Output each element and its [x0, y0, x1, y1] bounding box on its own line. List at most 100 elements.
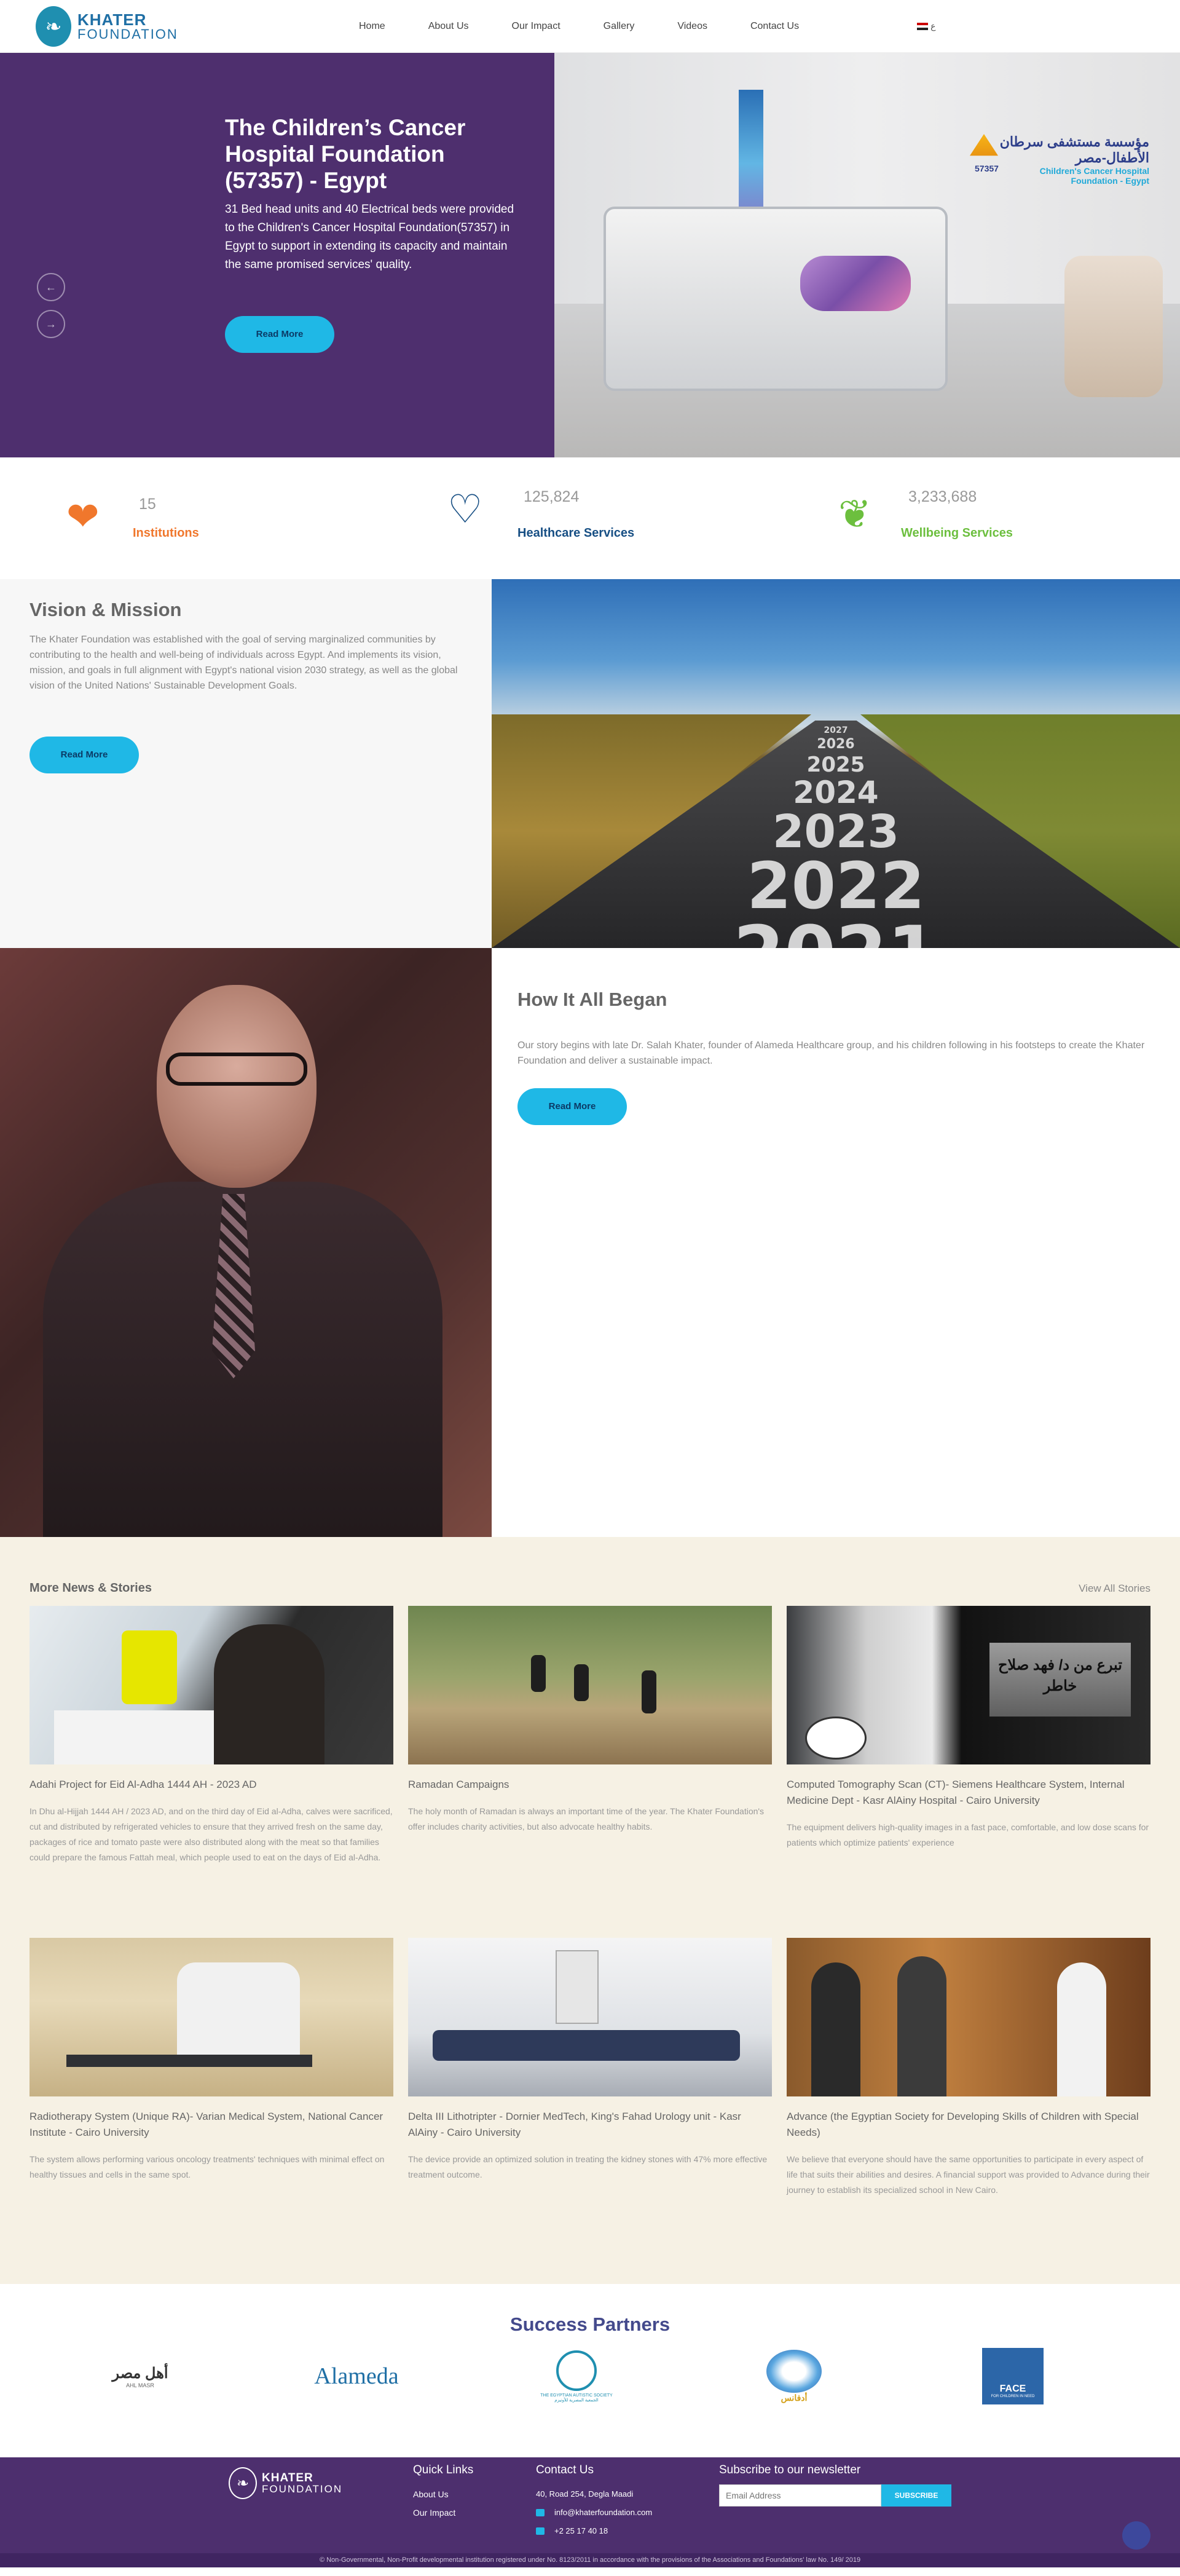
news-card-text: In Dhu al-Hijjah 1444 AH / 2023 AD, and …: [30, 1806, 393, 1862]
news-card[interactable]: Delta III Lithotripter - Dornier MedTech…: [408, 1938, 772, 2183]
news-card-title: Adahi Project for Eid Al-Adha 1444 AH - …: [30, 1779, 257, 1790]
face-logo[interactable]: FACE FOR CHILDREN IN NEED: [981, 2345, 1045, 2407]
news-card[interactable]: Advance (the Egyptian Society for Develo…: [787, 1938, 1150, 2198]
began-text: Our story begins with late Dr. Salah Kha…: [517, 1040, 1145, 1066]
footer-phone[interactable]: +2 25 17 40 18: [536, 2526, 608, 2535]
logo-line2: FOUNDATION: [77, 26, 178, 42]
arrow-right-icon[interactable]: →: [37, 310, 65, 338]
hands-heart-icon: ❤: [66, 494, 100, 539]
news-title: More News & Stories: [30, 1581, 152, 1595]
partner-text: Alameda: [314, 2363, 399, 2389]
chat-bubble-icon[interactable]: [1122, 2521, 1150, 2550]
language-switcher[interactable]: ع: [917, 21, 935, 31]
egyptian-autistic-society-logo[interactable]: THE EGYPTIAN AUTISTIC SOCIETY الجمعية ال…: [533, 2345, 620, 2407]
advance-logo[interactable]: أدفانس: [751, 2345, 837, 2407]
footer-logo[interactable]: ❧ KHATER FOUNDATION: [229, 2467, 342, 2499]
leaf-logo-icon: ❧: [229, 2467, 257, 2499]
news-card-title: Ramadan Campaigns: [408, 1779, 509, 1790]
news-card-title: Advance (the Egyptian Society for Develo…: [787, 2111, 1139, 2138]
leaf-logo-icon: ❧: [36, 6, 71, 47]
hero-panel: ← → The Children’s Cancer Hospital Found…: [0, 53, 554, 457]
vision-read-more-button[interactable]: Read More: [30, 737, 139, 773]
news-card[interactable]: Radiotherapy System (Unique RA)- Varian …: [30, 1938, 393, 2183]
site-logo[interactable]: ❧ KHATER FOUNDATION: [36, 6, 281, 47]
news-section: More News & Stories View All Stories Ada…: [0, 1537, 1180, 2284]
stat-label: Wellbeing Services: [901, 526, 1013, 540]
quick-links-title: Quick Links: [413, 2463, 474, 2476]
care-hands-icon: ♡: [447, 487, 483, 531]
partner-text: THE EGYPTIAN AUTISTIC SOCIETY: [540, 2393, 613, 2398]
nav-about-us[interactable]: About Us: [428, 21, 469, 32]
hospital-logo-english-2: Foundation - Egypt: [1071, 176, 1149, 186]
hero-read-more-button[interactable]: Read More: [225, 316, 334, 353]
news-image-radiotherapy: [30, 1938, 393, 2096]
egypt-flag-icon: [917, 22, 929, 30]
began-read-more-button[interactable]: Read More: [517, 1088, 627, 1125]
news-card-text: The device provide an optimized solution…: [408, 2154, 768, 2179]
news-card-title: Delta III Lithotripter - Dornier MedTech…: [408, 2111, 741, 2138]
footer-logo-line2: FOUNDATION: [262, 2483, 343, 2495]
newsletter-title: Subscribe to our newsletter: [719, 2463, 861, 2476]
email-text: info@khaterfoundation.com: [554, 2508, 653, 2517]
footer-email[interactable]: info@khaterfoundation.com: [536, 2508, 652, 2517]
nav-gallery[interactable]: Gallery: [604, 21, 635, 32]
hero-image: 57357 مؤسسة مستشفى سرطان الأطفال-مصر Chi…: [554, 53, 1180, 457]
nav-our-impact[interactable]: Our Impact: [512, 21, 560, 32]
contact-title: Contact Us: [536, 2463, 594, 2476]
footer-logo-line1: KHATER: [262, 2471, 313, 2484]
vision-text: The Khater Foundation was established wi…: [30, 634, 458, 691]
impact-stats: ❤ 15 Institutions ♡ 125,824 Healthcare S…: [0, 457, 1180, 579]
hero-text: 31 Bed head units and 40 Electrical beds…: [225, 203, 514, 271]
news-card-title: Computed Tomography Scan (CT)- Siemens H…: [787, 1779, 1125, 1806]
success-partners-section: Success Partners أهل مصر AHL MASR Alamed…: [0, 2284, 1180, 2457]
nav-contact-us[interactable]: Contact Us: [750, 21, 799, 32]
stat-wellbeing: ❦ 3,233,688 Wellbeing Services: [787, 457, 1180, 579]
partner-sub: FOR CHILDREN IN NEED: [991, 2395, 1035, 2398]
news-card[interactable]: Ramadan Campaigns The holy month of Rama…: [408, 1606, 772, 1835]
phone-icon: [536, 2527, 545, 2535]
founder-portrait-image: [0, 948, 492, 1537]
subscribe-button[interactable]: SUBSCRIBE: [881, 2484, 951, 2507]
road-image: 2027 2026 2025 2024 2023 2022 2021: [492, 579, 1180, 948]
hospital-logo: 57357 مؤسسة مستشفى سرطان الأطفال-مصر Chi…: [965, 134, 1149, 186]
address-text: 40, Road 254, Degla Maadi: [536, 2489, 634, 2499]
how-it-began-section: How It All Began Our story begins with l…: [0, 948, 1180, 1537]
news-card[interactable]: Adahi Project for Eid Al-Adha 1444 AH - …: [30, 1606, 393, 1865]
news-image-lithotripter: [408, 1938, 772, 2096]
partner-text: أدفانس: [781, 2392, 808, 2403]
began-title: How It All Began: [517, 989, 667, 1010]
vision-title: Vision & Mission: [30, 599, 182, 620]
news-card-text: The equipment delivers high-quality imag…: [787, 1822, 1149, 1847]
partner-sub: AHL MASR: [126, 2382, 154, 2388]
vision-mission-section: Vision & Mission The Khater Foundation w…: [0, 579, 1180, 948]
hero-title: The Children’s Cancer Hospital Foundatio…: [225, 115, 466, 193]
hospital-logo-number: 57357: [975, 164, 999, 173]
newsletter-email-input[interactable]: [719, 2484, 881, 2507]
news-image-advance: [787, 1938, 1150, 2096]
head-profile-icon: [556, 2350, 597, 2391]
footer-link-about-us[interactable]: About Us: [413, 2489, 449, 2499]
news-card-title: Radiotherapy System (Unique RA)- Varian …: [30, 2111, 384, 2138]
arrow-left-icon[interactable]: ←: [37, 273, 65, 301]
view-all-stories-link[interactable]: View All Stories: [1079, 1582, 1150, 1595]
news-card[interactable]: تبرع من د/ فهد صلاح خاطر Computed Tomogr…: [787, 1606, 1150, 1851]
nav-videos[interactable]: Videos: [677, 21, 707, 32]
stat-label: Institutions: [133, 526, 199, 540]
news-image-ct-scan: تبرع من د/ فهد صلاح خاطر: [787, 1606, 1150, 1764]
road-year: 2021: [733, 911, 938, 948]
copyright: © Non-Governmental, Non-Profit developme…: [0, 2553, 1180, 2567]
logo-line1: KHATER: [77, 10, 147, 29]
alameda-logo[interactable]: Alameda: [310, 2345, 403, 2407]
news-card-text: The system allows performing various onc…: [30, 2154, 385, 2179]
news-card-text: We believe that everyone should have the…: [787, 2154, 1150, 2195]
chair-image: [1064, 256, 1163, 397]
partner-text: FACE: [999, 2384, 1026, 2394]
site-header: ❧ KHATER FOUNDATION Home About Us Our Im…: [0, 0, 1180, 53]
nav-home[interactable]: Home: [359, 21, 385, 32]
footer-address: 40, Road 254, Degla Maadi: [536, 2489, 633, 2499]
ahl-masr-logo[interactable]: أهل مصر AHL MASR: [97, 2345, 183, 2407]
globe-logo-icon: [766, 2349, 822, 2393]
footer-link-our-impact[interactable]: Our Impact: [413, 2508, 455, 2518]
donation-plaque: تبرع من د/ فهد صلاح خاطر: [989, 1643, 1131, 1717]
stat-value: 3,233,688: [908, 488, 977, 505]
